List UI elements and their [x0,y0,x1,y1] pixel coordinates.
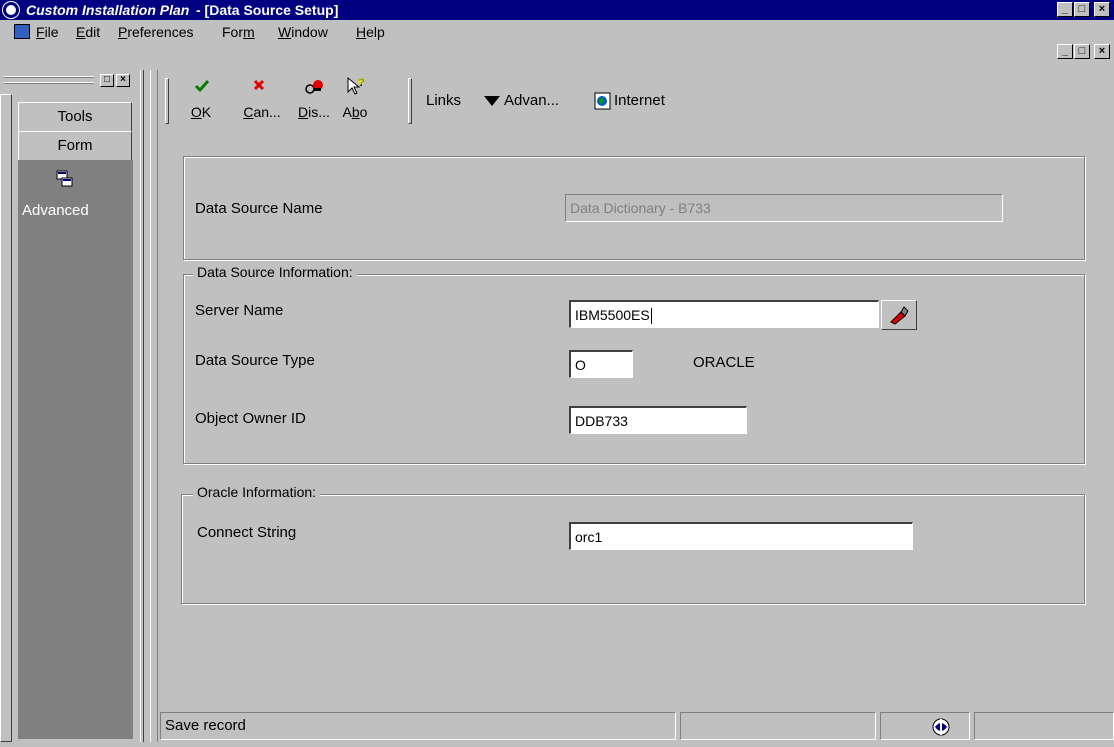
splitter-left[interactable] [140,70,144,742]
oracle-info-title: Oracle Information: [193,484,321,500]
doc-minimize-button[interactable]: _ [1057,44,1073,59]
sidebar-tools-button[interactable]: Tools [18,102,132,132]
form-content: Data Source Name Data Dictionary - B733 … [163,130,1114,710]
minimize-button[interactable]: _ [1057,2,1073,17]
internet-button[interactable]: Internet [614,92,665,109]
data-source-info-title: Data Source Information: [193,264,357,280]
status-cell-2 [680,712,876,740]
advanced-button[interactable]: Advan... [504,92,559,109]
ok-button[interactable]: OK [186,72,216,128]
document-icon[interactable] [14,24,30,39]
status-message: Save record [160,712,676,740]
menu-file[interactable]: File [36,24,59,40]
server-lookup-button[interactable] [881,300,917,330]
server-name-field[interactable]: IBM5500ES [569,300,879,328]
text-caret [650,308,652,325]
menu-form[interactable]: Form [222,24,255,40]
maximize-button[interactable]: □ [1074,2,1090,17]
data-source-type-description: ORACLE [693,354,755,371]
toolbar: OK Can... Dis... ? Abo Links Advan... In… [160,72,1114,128]
app-icon[interactable] [3,2,19,18]
server-name-label: Server Name [195,302,284,319]
menu-edit[interactable]: Edit [76,24,100,40]
triangle-down-icon[interactable] [484,96,500,106]
about-button[interactable]: ? Abo [338,72,372,128]
sidebar-form-button[interactable]: Form [18,131,132,161]
splitter-right[interactable] [150,70,158,742]
status-cell-3 [880,712,970,740]
x-icon [253,79,265,91]
about-icon: ? [347,76,365,95]
checkmark-icon [194,80,210,93]
menu-bar: File Edit Preferences Form Window Help _… [0,20,1114,59]
display-button[interactable]: Dis... [294,72,334,128]
cancel-button[interactable]: Can... [242,72,282,128]
links-button[interactable]: Links [426,92,461,109]
connect-string-field[interactable]: orc1 [569,522,913,550]
menu-preferences[interactable]: Preferences [118,24,194,40]
data-source-name-label: Data Source Name [195,200,323,217]
menu-help[interactable]: Help [356,24,385,40]
advanced-icon[interactable] [56,170,74,188]
globe-icon [932,718,950,736]
data-source-type-label: Data Source Type [195,352,315,369]
object-owner-field[interactable]: DDB733 [569,406,747,434]
display-icon [305,80,323,94]
data-source-type-field[interactable]: O [569,350,633,378]
internet-icon[interactable] [594,92,612,110]
object-owner-label: Object Owner ID [195,410,306,427]
sidebar-close-button[interactable]: × [116,74,130,87]
menu-window[interactable]: Window [278,24,328,40]
toolbar-separator [408,78,412,124]
data-source-name-field: Data Dictionary - B733 [565,194,1003,222]
sidebar-restore-button[interactable]: □ [100,74,114,87]
sidebar-advanced-label[interactable]: Advanced [22,202,89,219]
window-app-title: Custom Installation Plan [26,2,190,18]
title-bar: Custom Installation Plan - [Data Source … [0,0,1114,20]
status-bar: Save record [160,712,1114,740]
window-doc-title: - [Data Source Setup] [196,2,339,18]
visual-assist-icon [890,306,909,325]
sidebar-left-border [0,94,12,742]
status-cell-4 [974,712,1114,740]
doc-close-button[interactable]: × [1094,44,1110,59]
connect-string-label: Connect String [197,524,297,541]
sidebar-panel: Advanced [18,160,133,739]
doc-restore-button[interactable]: □ [1074,44,1090,59]
close-button[interactable]: × [1094,2,1110,17]
toolbar-grip [165,78,169,124]
